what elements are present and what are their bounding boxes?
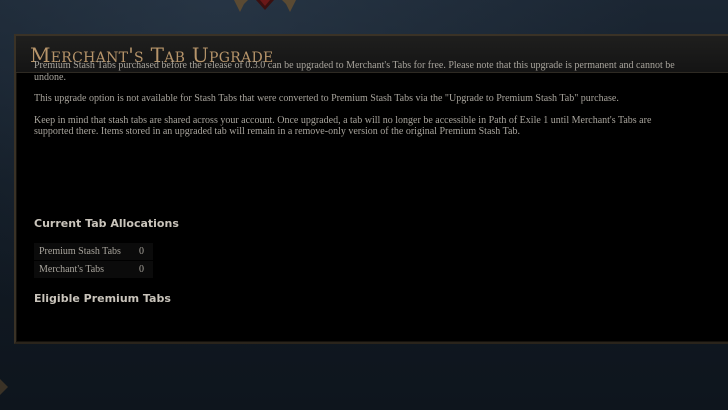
intro-text: Premium Stash Tabs purchased before the … [34, 60, 684, 148]
top-ornament-icon [234, 0, 296, 12]
intro-paragraph: Premium Stash Tabs purchased before the … [34, 60, 675, 83]
allocation-label: Premium Stash Tabs [34, 243, 139, 261]
allocations-heading: Current Tab Allocations [34, 217, 179, 230]
table-row: Merchant's Tabs 0 [34, 260, 153, 279]
table-row: Premium Stash Tabs 0 [34, 243, 153, 261]
allocation-label: Merchant's Tabs [34, 260, 139, 279]
eligible-heading: Eligible Premium Tabs [34, 292, 171, 305]
allocation-value: 0 [139, 260, 153, 279]
intro-paragraph: This upgrade option is not available for… [34, 93, 619, 104]
intro-paragraph: Keep in mind that stash tabs are shared … [34, 114, 652, 138]
allocation-value: 0 [139, 243, 153, 261]
allocations-table: Premium Stash Tabs 0 Merchant's Tabs 0 [34, 243, 153, 279]
left-ornament-icon [0, 379, 8, 395]
